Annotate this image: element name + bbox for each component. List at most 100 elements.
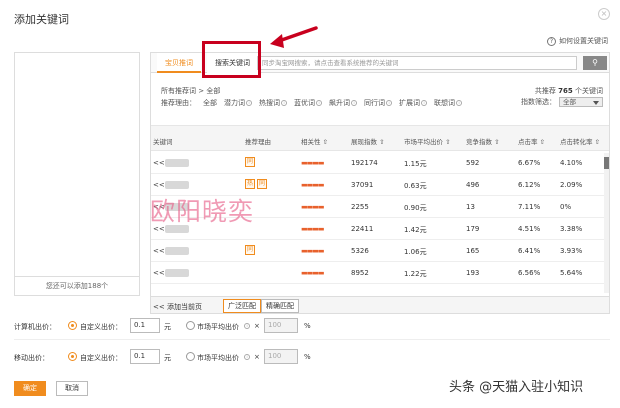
- total-number: 765: [558, 87, 573, 95]
- pc-custom-bid-input[interactable]: 0.1: [130, 318, 160, 333]
- cell-cvr: 4.10%: [560, 159, 583, 167]
- cell-competition: 193: [466, 269, 480, 277]
- add-current-page-button[interactable]: << 添加当前页: [153, 302, 202, 312]
- col-cvr[interactable]: 点击转化率 ⇧: [560, 136, 600, 146]
- close-icon[interactable]: ×: [598, 8, 610, 20]
- reason-rising[interactable]: 飙升词: [329, 98, 350, 108]
- pc-bid-row: 计算机出价： 自定义出价： 0.1 元 市场平均出价 i × 100 %: [14, 318, 314, 334]
- info-icon[interactable]: i: [421, 100, 427, 106]
- cell-competition: 496: [466, 181, 480, 189]
- annotation-arrow-icon: [270, 26, 318, 48]
- keyword-add-link[interactable]: <<: [153, 159, 165, 167]
- keyword-redacted: [165, 181, 189, 189]
- index-filter-select[interactable]: 全部: [559, 97, 603, 107]
- relevance-bar: ▬▬▬▬: [301, 181, 324, 189]
- cell-avg-bid: 1.15元: [404, 160, 427, 168]
- table-row[interactable]: << ▬▬▬▬ 8952 1.22元 193 6.56% 5.64%: [151, 262, 609, 284]
- reason-hot[interactable]: 热搜词: [259, 98, 280, 108]
- keyword-add-link[interactable]: <<: [153, 181, 165, 189]
- pc-market-label: 市场平均出价: [197, 323, 239, 331]
- pc-percent-sign: %: [304, 322, 311, 330]
- table-footer: << 添加当前页 广泛匹配 精确匹配: [151, 296, 609, 313]
- reason-blue[interactable]: 蓝优词: [294, 98, 315, 108]
- cell-cvr: 5.64%: [560, 269, 583, 277]
- cell-competition: 165: [466, 247, 480, 255]
- col-ctr[interactable]: 点击率 ⇧: [518, 136, 545, 146]
- mobile-custom-bid-input[interactable]: 0.1: [130, 349, 160, 364]
- pc-market-radio[interactable]: [186, 321, 195, 330]
- all-recommended-value[interactable]: 全部: [206, 87, 220, 95]
- chevron-down-icon: [593, 101, 599, 105]
- pc-custom-label: 自定义出价：: [80, 323, 122, 331]
- info-icon[interactable]: i: [244, 323, 250, 329]
- keyword-redacted: [165, 269, 189, 277]
- relevance-bar: ▬▬▬▬: [301, 159, 324, 167]
- pc-custom-radio[interactable]: [68, 321, 77, 330]
- tab-item-recommend[interactable]: 宝贝推词: [157, 53, 201, 73]
- relevance-bar: ▬▬▬▬: [301, 247, 324, 255]
- pc-percent-input[interactable]: 100: [264, 318, 298, 333]
- relevance-bar: ▬▬▬▬: [301, 269, 324, 277]
- info-icon[interactable]: i: [244, 354, 250, 360]
- mobile-percent-input[interactable]: 100: [264, 349, 298, 364]
- scrollbar-thumb[interactable]: [604, 157, 609, 169]
- cell-impressions: 22411: [351, 225, 374, 233]
- reason-all[interactable]: 全部: [203, 98, 217, 108]
- keyword-search-input[interactable]: 同步淘宝网搜索，请点击查看系统推荐的关键词: [257, 56, 577, 70]
- cell-avg-bid: 0.63元: [404, 182, 427, 190]
- relevance-bar: ▬▬▬▬: [301, 203, 324, 211]
- pc-bid-label: 计算机出价：: [14, 323, 56, 331]
- help-label: 如何设置关键词: [559, 37, 608, 45]
- info-icon[interactable]: i: [316, 100, 322, 106]
- reason-tag: 同: [257, 179, 267, 189]
- table-scrollbar[interactable]: [604, 153, 609, 293]
- table-row[interactable]: << 同 ▬▬▬▬ 5326 1.06元 165 6.41% 3.93%: [151, 240, 609, 262]
- keyword-add-link[interactable]: <<: [153, 269, 165, 277]
- reason-expand[interactable]: 扩展词: [399, 98, 420, 108]
- total-count: 共推荐 765 个关键词: [535, 86, 603, 96]
- recommend-panel: 宝贝推词 搜索关键词 同步淘宝网搜索，请点击查看系统推荐的关键词 ⚲ 所有推荐词…: [150, 52, 610, 314]
- mobile-custom-label: 自定义出价：: [80, 354, 122, 362]
- keyword-add-link[interactable]: <<: [153, 247, 165, 255]
- watermark-text: 欧阳晓奕: [150, 197, 255, 226]
- cell-avg-bid: 0.90元: [404, 204, 427, 212]
- table-row[interactable]: << 同 ▬▬▬▬ 192174 1.15元 592 6.67% 4.10%: [151, 152, 609, 174]
- broad-match-button[interactable]: 广泛匹配: [223, 299, 261, 313]
- help-link[interactable]: ? 如何设置关键词: [547, 36, 608, 46]
- reason-tag: 同: [245, 245, 255, 255]
- reason-peer[interactable]: 同行词: [364, 98, 385, 108]
- confirm-button[interactable]: 确定: [14, 381, 46, 396]
- info-icon[interactable]: i: [386, 100, 392, 106]
- mobile-times: ×: [254, 353, 260, 361]
- col-avg-bid[interactable]: 市场平均出价 ⇧: [404, 136, 451, 146]
- info-icon[interactable]: i: [456, 100, 462, 106]
- pc-unit: 元: [164, 323, 171, 331]
- mobile-bid-label: 移动出价：: [14, 354, 49, 362]
- cell-avg-bid: 1.06元: [404, 248, 427, 256]
- mobile-market-label: 市场平均出价: [197, 354, 239, 362]
- col-reason: 推荐理由: [245, 138, 271, 146]
- total-suffix: 个关键词: [575, 87, 603, 95]
- search-button[interactable]: ⚲: [583, 56, 607, 70]
- col-impressions[interactable]: 展现指数 ⇧: [351, 136, 385, 146]
- cell-cvr: 3.93%: [560, 247, 583, 255]
- exact-match-button[interactable]: 精确匹配: [261, 299, 299, 313]
- info-icon[interactable]: i: [281, 100, 287, 106]
- col-relevance[interactable]: 相关性 ⇧: [301, 136, 328, 146]
- mobile-custom-radio[interactable]: [68, 352, 77, 361]
- keyword-redacted: [165, 247, 189, 255]
- reason-potential[interactable]: 潜力词: [224, 98, 245, 108]
- dialog-title: 添加关键词: [14, 13, 69, 26]
- cell-cvr: 3.38%: [560, 225, 583, 233]
- divider: [14, 339, 610, 340]
- cell-impressions: 2255: [351, 203, 369, 211]
- mobile-market-radio[interactable]: [186, 352, 195, 361]
- info-icon[interactable]: i: [246, 100, 252, 106]
- reason-associate[interactable]: 联想词: [434, 98, 455, 108]
- reason-label: 推荐理由：: [161, 99, 196, 107]
- selected-keywords-panel: 您还可以添加188个: [14, 52, 140, 296]
- relevance-bar: ▬▬▬▬: [301, 225, 324, 233]
- cancel-button[interactable]: 取消: [56, 381, 88, 396]
- info-icon[interactable]: i: [351, 100, 357, 106]
- col-competition[interactable]: 竞争指数 ⇧: [466, 136, 500, 146]
